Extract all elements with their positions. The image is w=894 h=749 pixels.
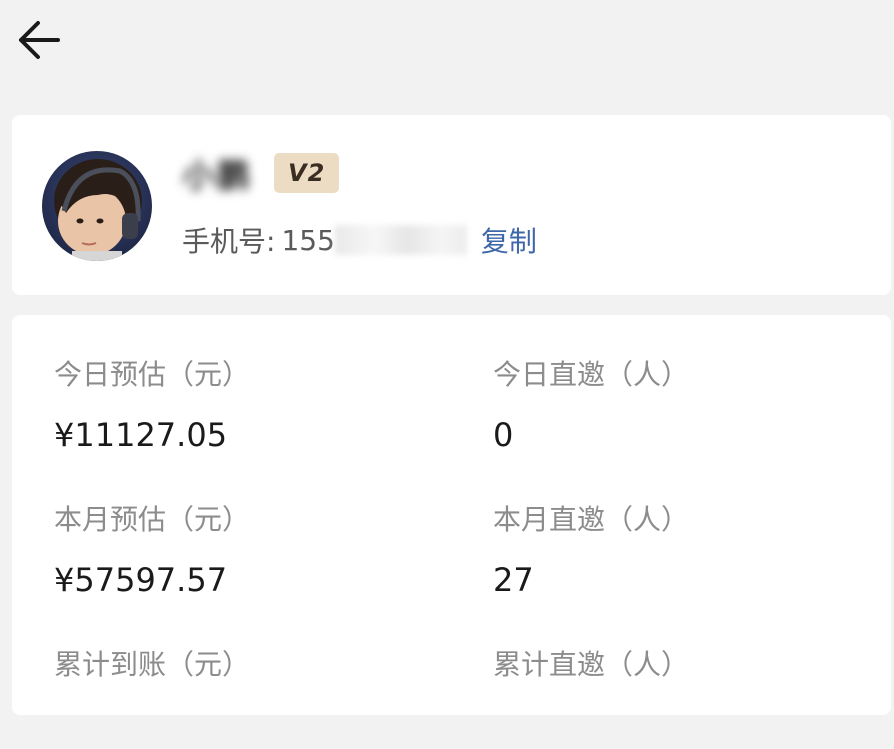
stat-total-received: 累计到账（元） (54, 645, 454, 749)
stat-value: 27 (493, 561, 534, 599)
name-row: 小鹏 V2 (182, 151, 340, 195)
level-badge: V2 (274, 153, 340, 193)
stat-value: 0 (493, 416, 514, 454)
stat-value (54, 701, 454, 749)
stat-label: 本月直邀（人） (493, 503, 690, 536)
stat-today-estimate: 今日预估（元） ¥11127.05 (54, 355, 454, 459)
phone-label: 手机号: (182, 225, 276, 258)
profile-card: 小鹏 V2 手机号: 155 复制 (12, 115, 891, 295)
stat-month-estimate: 本月预估（元） ¥57597.57 (54, 500, 454, 604)
stat-value: ¥11127.05 (54, 416, 228, 454)
stat-value (493, 701, 893, 749)
username: 小鹏 (182, 156, 252, 195)
stat-value: ¥57597.57 (54, 561, 228, 599)
avatar[interactable] (42, 151, 152, 261)
phone-number: 155 (281, 223, 335, 257)
stat-label: 今日直邀（人） (493, 358, 690, 391)
stat-label: 本月预估（元） (54, 503, 251, 536)
stats-card: 今日预估（元） ¥11127.05 今日直邀（人） 0 本月预估（元） ¥575… (12, 315, 891, 715)
stat-today-invites: 今日直邀（人） 0 (493, 355, 893, 459)
phone-number-mask (334, 225, 467, 255)
stat-total-invites: 累计直邀（人） (493, 645, 893, 749)
top-bar (0, 0, 894, 96)
arrow-left-icon (19, 21, 60, 59)
stat-month-invites: 本月直邀（人） 27 (493, 500, 893, 604)
phone-row: 手机号: 155 复制 (182, 219, 537, 261)
stat-label: 累计直邀（人） (493, 648, 690, 681)
stat-label: 累计到账（元） (54, 648, 251, 681)
copy-button[interactable]: 复制 (481, 220, 537, 260)
back-button[interactable] (10, 14, 66, 66)
stat-label: 今日预估（元） (54, 358, 251, 391)
avatar-photo (42, 151, 152, 261)
